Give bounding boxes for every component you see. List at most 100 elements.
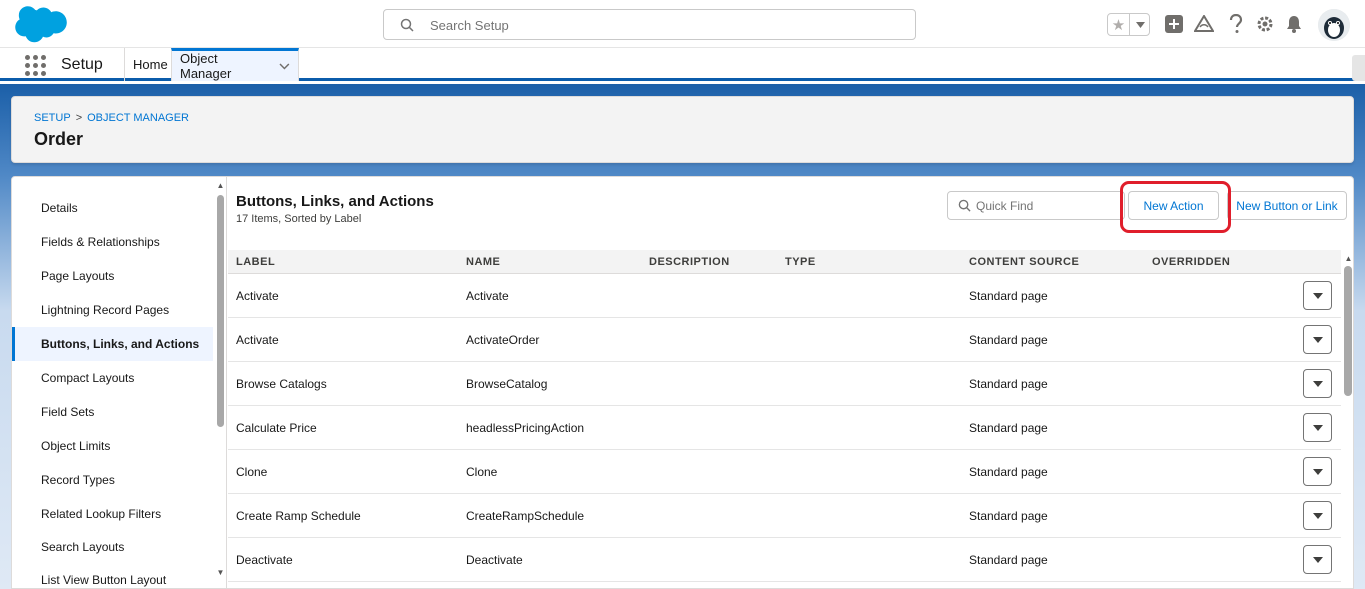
favorites-star-icon[interactable]: ★ [1108, 14, 1130, 35]
sidebar-scroll-thumb[interactable] [217, 195, 224, 427]
section-title: Buttons, Links, and Actions [236, 193, 434, 210]
sidebar-item-page-layouts[interactable]: Page Layouts [12, 259, 213, 293]
scroll-up-icon[interactable]: ▲ [1342, 252, 1353, 264]
cell-content-source: Standard page [969, 421, 1048, 435]
cell-label: Activate [236, 333, 279, 347]
column-header-label[interactable]: LABEL [236, 250, 275, 274]
add-icon[interactable] [1163, 13, 1185, 35]
sidebar-item-lightning-record-pages[interactable]: Lightning Record Pages [12, 293, 213, 327]
row-actions-button[interactable] [1303, 545, 1332, 574]
scroll-down-icon[interactable]: ▼ [214, 566, 226, 578]
sidebar-item-field-sets[interactable]: Field Sets [12, 395, 213, 429]
chevron-down-icon [1312, 424, 1323, 431]
cell-label: Browse Catalogs [236, 377, 327, 391]
main-card: Details Fields & Relationships Page Layo… [11, 176, 1354, 589]
cell-content-source: Standard page [969, 509, 1048, 523]
object-sidebar: Details Fields & Relationships Page Layo… [12, 177, 227, 588]
table-row: Activate ActivateOrder Standard page [228, 318, 1341, 362]
table-row: Activate Activate Standard page [228, 274, 1341, 318]
cell-name: Activate [466, 289, 509, 303]
tab-home-label: Home [133, 57, 168, 72]
cell-name: headlessPricingAction [466, 421, 585, 435]
tab-home[interactable]: Home [124, 48, 176, 81]
tab-object-manager-label: Object Manager [180, 51, 232, 81]
trailhead-icon[interactable] [1193, 13, 1215, 35]
favorites-group: ★ [1107, 13, 1150, 36]
row-actions-button[interactable] [1303, 281, 1332, 310]
cell-name: ActivateOrder [466, 333, 540, 347]
chevron-down-icon [1312, 468, 1323, 475]
gear-icon[interactable] [1254, 13, 1276, 35]
bell-icon[interactable] [1283, 13, 1305, 35]
cell-label: Clone [236, 465, 268, 479]
row-actions-button[interactable] [1303, 501, 1332, 530]
app-launcher-icon[interactable] [25, 55, 47, 77]
quick-find-box[interactable] [947, 191, 1125, 220]
new-action-button[interactable]: New Action [1128, 191, 1219, 220]
chevron-down-icon[interactable] [279, 63, 290, 70]
cell-label: Calculate Price [236, 421, 317, 435]
global-header: ★ [0, 0, 1365, 48]
breadcrumb-setup-link[interactable]: SETUP [34, 112, 71, 124]
column-header-overridden[interactable]: OVERRIDDEN [1152, 250, 1230, 274]
breadcrumb-separator: > [75, 112, 83, 124]
scroll-up-icon[interactable]: ▲ [214, 179, 226, 191]
sidebar-item-object-limits[interactable]: Object Limits [12, 429, 213, 463]
breadcrumb: SETUP > OBJECT MANAGER [34, 112, 189, 124]
table-scrollbar[interactable]: ▲ [1341, 250, 1353, 588]
row-actions-button[interactable] [1303, 325, 1332, 354]
cell-name: Deactivate [466, 553, 523, 567]
content-panel: Buttons, Links, and Actions 17 Items, So… [228, 177, 1353, 588]
chevron-down-icon [1135, 21, 1145, 28]
object-page-header: SETUP > OBJECT MANAGER Order [11, 96, 1354, 163]
column-header-description[interactable]: DESCRIPTION [649, 250, 730, 274]
row-actions-button[interactable] [1303, 413, 1332, 442]
app-nav-bar: Setup Home Object Manager [0, 48, 1365, 81]
table-row: Create Ramp Schedule CreateRampSchedule … [228, 494, 1341, 538]
column-header-name[interactable]: NAME [466, 250, 500, 274]
chevron-down-icon [1312, 512, 1323, 519]
row-actions-button[interactable] [1303, 369, 1332, 398]
cell-content-source: Standard page [969, 289, 1048, 303]
breadcrumb-object-manager-link[interactable]: OBJECT MANAGER [87, 112, 189, 124]
global-search-box[interactable] [383, 9, 916, 40]
cell-content-source: Standard page [969, 465, 1048, 479]
sidebar-item-related-lookup-filters[interactable]: Related Lookup Filters [12, 497, 213, 531]
sidebar-scrollbar[interactable]: ▲ ▼ [214, 177, 226, 588]
chevron-down-icon [1312, 336, 1323, 343]
help-icon[interactable] [1225, 13, 1247, 35]
user-avatar-icon[interactable] [1318, 9, 1350, 41]
search-icon [958, 199, 971, 212]
sidebar-item-compact-layouts[interactable]: Compact Layouts [12, 361, 213, 395]
chevron-down-icon [1312, 556, 1323, 563]
sidebar-item-search-layouts[interactable]: Search Layouts [12, 530, 213, 564]
cell-content-source: Standard page [969, 333, 1048, 347]
new-button-or-link-button[interactable]: New Button or Link [1227, 191, 1347, 220]
side-panel-handle[interactable] [1352, 55, 1365, 81]
row-actions-button[interactable] [1303, 457, 1332, 486]
global-search-input[interactable] [430, 14, 900, 36]
cell-name: CreateRampSchedule [466, 509, 585, 523]
salesforce-logo[interactable] [13, 6, 67, 44]
cell-label: Activate [236, 289, 279, 303]
table-row: Deactivate Deactivate Standard page [228, 538, 1341, 582]
table-row: Clone Clone Standard page [228, 450, 1341, 494]
table-scroll-thumb[interactable] [1344, 266, 1352, 396]
sidebar-item-list-view-button-layout[interactable]: List View Button Layout [12, 563, 213, 588]
favorites-dropdown-button[interactable] [1130, 14, 1150, 35]
cell-label: Create Ramp Schedule [236, 509, 361, 523]
table-row: Calculate Price headlessPricingAction St… [228, 406, 1341, 450]
column-header-type[interactable]: TYPE [785, 250, 816, 274]
page-title: Order [34, 129, 84, 149]
table-row: Browse Catalogs BrowseCatalog Standard p… [228, 362, 1341, 406]
sidebar-item-fields-relationships[interactable]: Fields & Relationships [12, 225, 213, 259]
tab-object-manager[interactable]: Object Manager [171, 48, 299, 81]
cell-content-source: Standard page [969, 553, 1048, 567]
quick-find-input[interactable] [976, 196, 1116, 216]
sidebar-item-buttons-links-actions[interactable]: Buttons, Links, and Actions [12, 327, 213, 361]
column-header-content-source[interactable]: CONTENT SOURCE [969, 250, 1079, 274]
sidebar-item-record-types[interactable]: Record Types [12, 463, 213, 497]
table-header: LABEL NAME DESCRIPTION TYPE CONTENT SOUR… [228, 250, 1341, 274]
sidebar-item-details[interactable]: Details [12, 191, 213, 225]
chevron-down-icon [1312, 380, 1323, 387]
